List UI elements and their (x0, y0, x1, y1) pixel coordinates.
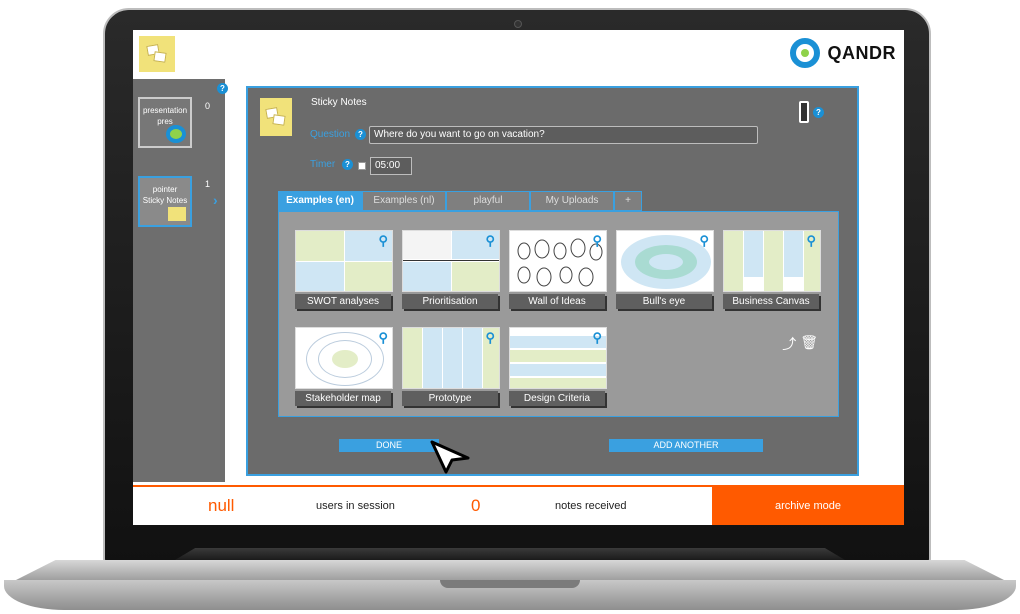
add-another-button[interactable]: ADD ANOTHER (609, 439, 763, 452)
template-thumbnail: ⚲ (402, 327, 500, 389)
template-name: SWOT analyses (295, 294, 391, 309)
template-card[interactable]: ⚲ SWOT analyses (295, 230, 393, 309)
session-footer: null users in session 0 notes received a… (133, 485, 904, 525)
tab-playful[interactable]: playful (446, 191, 530, 211)
template-name: Wall of Ideas (509, 294, 605, 309)
template-thumbnail: ⚲ (509, 230, 607, 292)
slide-number: 1 (205, 179, 211, 189)
template-thumbnail: ⚲ (723, 230, 821, 292)
template-card[interactable]: ⚲ Business Canvas (723, 230, 821, 309)
tab-add[interactable]: + (614, 191, 642, 211)
timer-checkbox[interactable] (358, 162, 366, 170)
template-card[interactable]: ⚲ Design Criteria (509, 327, 607, 406)
zoom-icon[interactable]: ⚲ (806, 233, 816, 249)
sticky-notes-icon (168, 207, 186, 221)
question-icon[interactable]: ? (355, 129, 366, 140)
sticky-notes-icon[interactable] (139, 36, 175, 72)
cursor-arrow-icon (430, 440, 470, 474)
slides-sidebar: ? presentation pres 0 pointer Sticky Not… (133, 79, 228, 482)
template-name: Prototype (402, 391, 498, 406)
editor-title: Sticky Notes (311, 97, 367, 108)
slide-title: pointer (152, 185, 178, 194)
trash-icon[interactable]: 🗑 (800, 334, 818, 354)
qandr-ring-icon (166, 125, 186, 143)
template-name: Bull's eye (616, 294, 712, 309)
zoom-icon[interactable]: ⚲ (485, 233, 495, 249)
template-name: Stakeholder map (295, 391, 391, 406)
tab-my-uploads[interactable]: My Uploads (530, 191, 614, 211)
template-thumbnail: ⚲ (295, 327, 393, 389)
zoom-icon[interactable]: ⚲ (592, 330, 602, 346)
phone-preview-icon[interactable] (799, 101, 809, 123)
share-icon[interactable]: ⤴ (782, 334, 796, 354)
question-label: Question (310, 129, 351, 140)
editor-panel: Sticky Notes ? Question ? Where do you w… (246, 86, 859, 476)
template-name: Design Criteria (509, 391, 605, 406)
question-icon[interactable]: ? (217, 83, 228, 94)
question-icon[interactable]: ? (342, 159, 353, 170)
zoom-icon[interactable]: ⚲ (699, 233, 709, 249)
archive-mode-button[interactable]: archive mode (712, 487, 904, 525)
tab-examples-en[interactable]: Examples (en) (278, 191, 362, 211)
template-thumbnail: ⚲ (509, 327, 607, 389)
zoom-icon[interactable]: ⚲ (485, 330, 495, 346)
keyboard-hinge (175, 548, 845, 560)
tab-examples-nl[interactable]: Examples (nl) (362, 191, 446, 211)
slide-title: presentation pres (142, 106, 188, 126)
template-gallery: ⚲ SWOT analyses ⚲ Prioritisation ⚲ Wall … (278, 211, 839, 417)
template-name: Business Canvas (723, 294, 819, 309)
brand-logo: QANDR (789, 36, 897, 70)
laptop-mockup: QANDR ? presentation pres 0 pointer Stic… (0, 0, 1020, 614)
template-card[interactable]: ⚲ Wall of Ideas (509, 230, 607, 309)
qandr-logo-icon (789, 38, 820, 68)
slide-number: 0 (205, 101, 211, 111)
timer-input[interactable]: 05:00 (370, 157, 412, 175)
notes-count: 0 (471, 496, 481, 515)
users-count: null (208, 496, 235, 515)
zoom-icon[interactable]: ⚲ (378, 233, 388, 249)
zoom-icon[interactable]: ⚲ (592, 233, 602, 249)
done-button[interactable]: DONE (339, 439, 439, 452)
template-tabs: Examples (en) Examples (nl) playful My U… (278, 191, 642, 211)
chevron-right-icon[interactable]: › (213, 192, 218, 208)
app-screen: QANDR ? presentation pres 0 pointer Stic… (133, 30, 904, 525)
notes-label: notes received (555, 500, 627, 512)
template-card[interactable]: ⚲ Stakeholder map (295, 327, 393, 406)
template-thumbnail: ⚲ (295, 230, 393, 292)
template-card[interactable]: ⚲ Bull's eye (616, 230, 714, 309)
template-card[interactable]: ⚲ Prioritisation (402, 230, 500, 309)
template-thumbnail: ⚲ (402, 230, 500, 292)
question-input[interactable]: Where do you want to go on vacation? (369, 126, 758, 144)
slide-subtitle: Sticky Notes (142, 196, 188, 205)
template-card[interactable]: ⚲ Prototype (402, 327, 500, 406)
slide-thumbnail-1[interactable]: pointer Sticky Notes (138, 176, 192, 227)
laptop-base (4, 560, 1016, 612)
template-thumbnail: ⚲ (616, 230, 714, 292)
brand-name: QANDR (827, 42, 896, 63)
timer-label: Timer (310, 159, 336, 170)
template-name: Prioritisation (402, 294, 498, 309)
gallery-actions: ⤴ 🗑 (782, 334, 818, 354)
slide-thumbnail-0[interactable]: presentation pres (138, 97, 192, 148)
camera (514, 20, 522, 28)
zoom-icon[interactable]: ⚲ (378, 330, 388, 346)
question-icon[interactable]: ? (813, 107, 824, 118)
sticky-notes-icon (260, 98, 292, 136)
users-label: users in session (316, 500, 395, 512)
